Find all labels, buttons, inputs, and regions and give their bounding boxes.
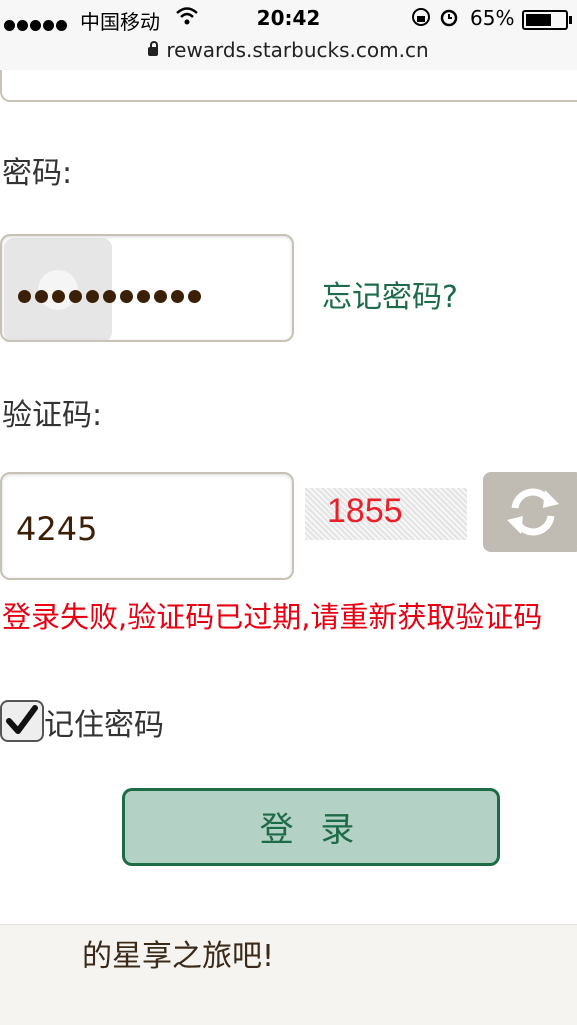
refresh-captcha-button[interactable] (483, 472, 577, 552)
alarm-icon (441, 9, 458, 27)
captcha-image-text: 1855 (327, 492, 403, 530)
url-text: rewards.starbucks.com.cn (166, 38, 429, 62)
password-input[interactable] (0, 234, 294, 342)
captcha-input-value: 4245 (16, 510, 98, 548)
account-input[interactable] (0, 70, 577, 102)
footer-section: 的星享之旅吧! (0, 924, 577, 1025)
lock-icon (148, 41, 159, 56)
remember-password-label: 记住密码 (44, 708, 164, 743)
captcha-input[interactable]: 4245 (0, 472, 294, 580)
password-mask (18, 284, 205, 308)
password-label: 密码: (2, 156, 73, 191)
refresh-icon (507, 488, 559, 536)
battery-percent: 65% (470, 6, 515, 30)
checkmark-icon (6, 705, 38, 734)
remember-password-checkbox[interactable] (0, 700, 44, 742)
status-bar: 中国移动 20:42 65% rewards.starbucks.com.cn (0, 0, 577, 73)
footer-text: 的星享之旅吧! (82, 939, 275, 974)
error-message: 登录失败,验证码已过期,请重新获取验证码 (2, 600, 543, 634)
login-button[interactable]: 登 录 (122, 788, 500, 866)
battery-icon (522, 10, 572, 30)
forgot-password-link[interactable]: 忘记密码? (322, 272, 458, 316)
captcha-image[interactable]: 1855 (305, 488, 467, 540)
captcha-label: 验证码: (2, 398, 103, 433)
rotation-lock-icon (412, 8, 430, 26)
address-bar[interactable]: rewards.starbucks.com.cn (0, 38, 577, 62)
